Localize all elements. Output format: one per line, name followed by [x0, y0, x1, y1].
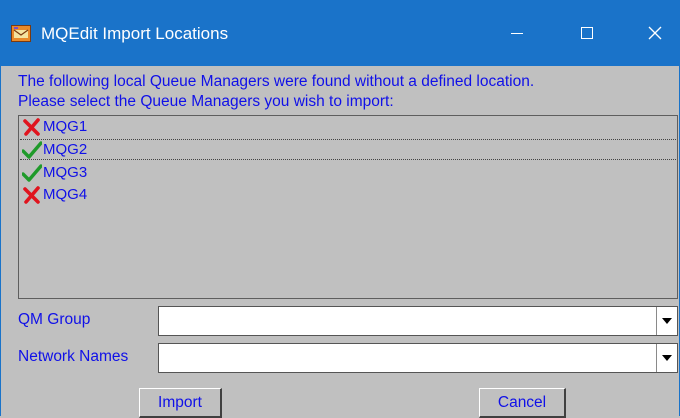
chevron-down-icon	[662, 355, 672, 361]
instructions-line-2: Please select the Queue Managers you wis…	[18, 93, 394, 110]
close-icon	[648, 26, 662, 40]
list-item-label: MQG4	[43, 186, 88, 203]
cancel-button[interactable]: Cancel	[479, 388, 566, 418]
maximize-icon	[581, 27, 593, 39]
title-bar[interactable]: MQEdit Import Locations	[1, 0, 680, 66]
qm-group-combobox[interactable]	[158, 306, 678, 336]
minimize-button[interactable]	[489, 0, 545, 66]
minimize-icon	[511, 33, 523, 34]
network-names-dropdown-button[interactable]	[656, 344, 677, 372]
qm-group-dropdown-button[interactable]	[656, 307, 677, 335]
list-item-label: MQG2	[43, 141, 88, 158]
x-mark-icon	[22, 185, 42, 205]
list-item-mqg4[interactable]: MQG4	[20, 184, 676, 205]
import-button[interactable]: Import	[139, 388, 222, 418]
queue-manager-list[interactable]: MQG1 MQG2 MQG3 MQG4	[18, 115, 678, 299]
qm-group-label: QM Group	[18, 311, 91, 328]
x-mark-icon	[22, 117, 42, 137]
check-mark-icon	[22, 140, 42, 160]
check-mark-icon	[22, 163, 42, 183]
list-item-label: MQG1	[43, 118, 88, 135]
list-item-mqg2[interactable]: MQG2	[20, 139, 676, 160]
network-names-label: Network Names	[18, 348, 129, 365]
list-item-mqg1[interactable]: MQG1	[20, 116, 676, 137]
list-item-mqg3[interactable]: MQG3	[20, 162, 676, 183]
app-envelope-icon	[11, 25, 31, 42]
maximize-button[interactable]	[559, 0, 615, 66]
window-title: MQEdit Import Locations	[41, 24, 229, 43]
chevron-down-icon	[662, 318, 672, 324]
instructions-text: The following local Queue Managers were …	[18, 72, 534, 112]
network-names-combobox[interactable]	[158, 343, 678, 373]
close-button[interactable]	[627, 0, 680, 66]
instructions-line-1: The following local Queue Managers were …	[18, 73, 535, 90]
import-locations-dialog: MQEdit Import Locations The following lo…	[0, 0, 680, 418]
list-item-label: MQG3	[43, 164, 88, 181]
